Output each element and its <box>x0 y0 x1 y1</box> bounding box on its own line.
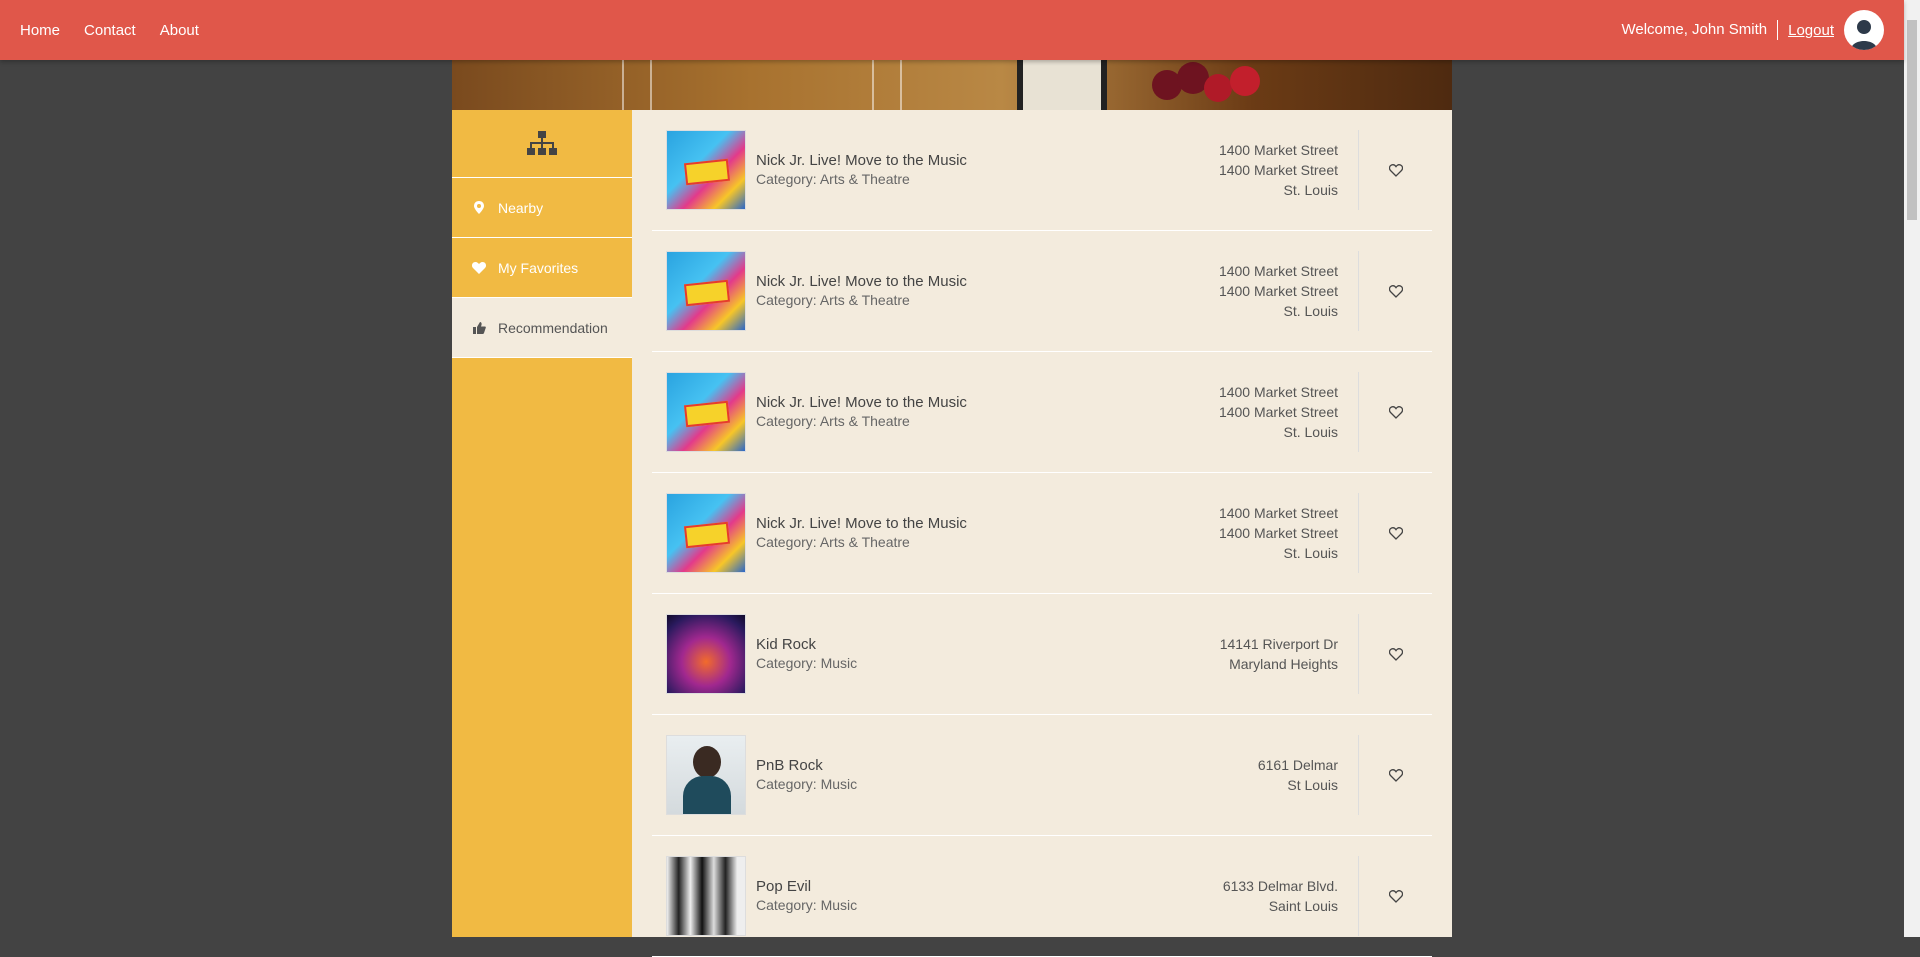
address-line: 6161 Delmar <box>1257 757 1338 773</box>
nav-contact-link[interactable]: Contact <box>84 22 136 39</box>
event-address: 6133 Delmar Blvd. Saint Louis <box>1138 876 1358 916</box>
event-thumbnail[interactable] <box>666 856 746 936</box>
event-thumbnail[interactable] <box>666 735 746 815</box>
heart-outline-icon <box>1388 163 1403 177</box>
favorite-button[interactable] <box>1358 856 1432 936</box>
favorite-button[interactable] <box>1358 614 1432 694</box>
heart-outline-icon <box>1388 768 1403 782</box>
map-marker-icon <box>472 201 486 214</box>
sitemap-icon <box>527 130 557 155</box>
list-item: Nick Jr. Live! Move to the Music Categor… <box>652 473 1432 594</box>
user-icon <box>1851 20 1877 50</box>
heart-outline-icon <box>1388 284 1403 298</box>
nav-links: Home Contact About <box>20 0 199 60</box>
heart-icon <box>472 261 486 274</box>
list-item: PnB Rock Category: Music 6161 Delmar St … <box>652 715 1432 836</box>
event-thumbnail[interactable] <box>666 614 746 694</box>
event-title[interactable]: Nick Jr. Live! Move to the Music <box>756 514 1138 533</box>
address-line: 1400 Market Street <box>1218 404 1338 420</box>
sidebar: Nearby My Favorites Recommendation <box>452 110 632 937</box>
recommendation-list: Nick Jr. Live! Move to the Music Categor… <box>632 110 1452 957</box>
address-line: St. Louis <box>1283 303 1338 319</box>
heart-outline-icon <box>1388 405 1403 419</box>
address-line: 1400 Market Street <box>1218 162 1338 178</box>
scrollbar-thumb[interactable] <box>1907 20 1917 220</box>
event-address: 1400 Market Street 1400 Market Street St… <box>1138 503 1358 563</box>
address-line: Saint Louis <box>1268 898 1338 914</box>
address-line: St. Louis <box>1283 545 1338 561</box>
event-title[interactable]: PnB Rock <box>756 756 1138 775</box>
address-line: Maryland Heights <box>1229 656 1338 672</box>
avatar[interactable] <box>1844 10 1884 50</box>
event-thumbnail[interactable] <box>666 372 746 452</box>
event-address: 14141 Riverport Dr Maryland Heights <box>1138 634 1358 674</box>
event-address: 6161 Delmar St Louis <box>1138 755 1358 795</box>
nav-home-link[interactable]: Home <box>20 22 60 39</box>
sidebar-item-my-favorites[interactable]: My Favorites <box>452 238 632 298</box>
favorite-button[interactable] <box>1358 130 1432 210</box>
thumbs-up-icon <box>472 321 486 334</box>
list-item: Nick Jr. Live! Move to the Music Categor… <box>652 110 1432 231</box>
list-item: Kid Rock Category: Music 14141 Riverport… <box>652 594 1432 715</box>
sidebar-header <box>452 110 632 178</box>
event-title[interactable]: Nick Jr. Live! Move to the Music <box>756 151 1138 170</box>
address-line: 1400 Market Street <box>1218 142 1338 158</box>
welcome-text: Welcome, John Smith <box>1621 20 1779 40</box>
address-line: 1400 Market Street <box>1218 505 1338 521</box>
sidebar-item-label: My Favorites <box>498 259 579 276</box>
event-category: Category: Arts & Theatre <box>756 534 910 550</box>
event-thumbnail[interactable] <box>666 493 746 573</box>
sidebar-item-label: Recommendation <box>498 319 608 336</box>
favorite-button[interactable] <box>1358 251 1432 331</box>
top-navbar: Home Contact About Welcome, John Smith L… <box>0 0 1904 60</box>
list-item: Pop Evil Category: Music 6133 Delmar Blv… <box>652 836 1432 957</box>
sidebar-item-nearby[interactable]: Nearby <box>452 178 632 238</box>
sidebar-item-label: Nearby <box>498 199 544 216</box>
logout-link[interactable]: Logout <box>1788 22 1834 39</box>
heart-outline-icon <box>1388 647 1403 661</box>
address-line: 1400 Market Street <box>1218 525 1338 541</box>
event-category: Category: Music <box>756 655 858 671</box>
strawberry-decoration <box>1204 74 1232 102</box>
address-line: St. Louis <box>1283 424 1338 440</box>
address-line: 1400 Market Street <box>1218 384 1338 400</box>
event-address: 1400 Market Street 1400 Market Street St… <box>1138 382 1358 442</box>
favorite-button[interactable] <box>1358 372 1432 452</box>
event-title[interactable]: Pop Evil <box>756 877 1138 896</box>
event-category: Category: Arts & Theatre <box>756 413 910 429</box>
address-line: 6133 Delmar Blvd. <box>1222 878 1338 894</box>
event-thumbnail[interactable] <box>666 251 746 331</box>
favorite-button[interactable] <box>1358 493 1432 573</box>
heart-outline-icon <box>1388 526 1403 540</box>
heart-outline-icon <box>1388 889 1403 903</box>
list-item: Nick Jr. Live! Move to the Music Categor… <box>652 352 1432 473</box>
favorite-button[interactable] <box>1358 735 1432 815</box>
event-category: Category: Arts & Theatre <box>756 292 910 308</box>
page-scrollbar[interactable] <box>1904 0 1920 937</box>
nav-user-area: Welcome, John Smith Logout <box>1621 0 1884 60</box>
event-title[interactable]: Nick Jr. Live! Move to the Music <box>756 393 1138 412</box>
event-address: 1400 Market Street 1400 Market Street St… <box>1138 140 1358 200</box>
event-title[interactable]: Nick Jr. Live! Move to the Music <box>756 272 1138 291</box>
address-line: 14141 Riverport Dr <box>1219 636 1338 652</box>
wine-bottle-decoration <box>1017 55 1107 110</box>
address-line: 1400 Market Street <box>1218 263 1338 279</box>
event-category: Category: Music <box>756 776 858 792</box>
address-line: 1400 Market Street <box>1218 283 1338 299</box>
event-title[interactable]: Kid Rock <box>756 635 1138 654</box>
address-line: St Louis <box>1287 777 1338 793</box>
strawberry-decoration <box>1230 66 1260 96</box>
sidebar-item-recommendation[interactable]: Recommendation <box>452 298 632 358</box>
event-category: Category: Music <box>756 897 858 913</box>
nav-about-link[interactable]: About <box>160 22 199 39</box>
event-address: 1400 Market Street 1400 Market Street St… <box>1138 261 1358 321</box>
event-thumbnail[interactable] <box>666 130 746 210</box>
address-line: St. Louis <box>1283 182 1338 198</box>
list-item: Nick Jr. Live! Move to the Music Categor… <box>652 231 1432 352</box>
main-container: Nearby My Favorites Recommendation Nick … <box>452 0 1452 957</box>
event-category: Category: Arts & Theatre <box>756 171 910 187</box>
